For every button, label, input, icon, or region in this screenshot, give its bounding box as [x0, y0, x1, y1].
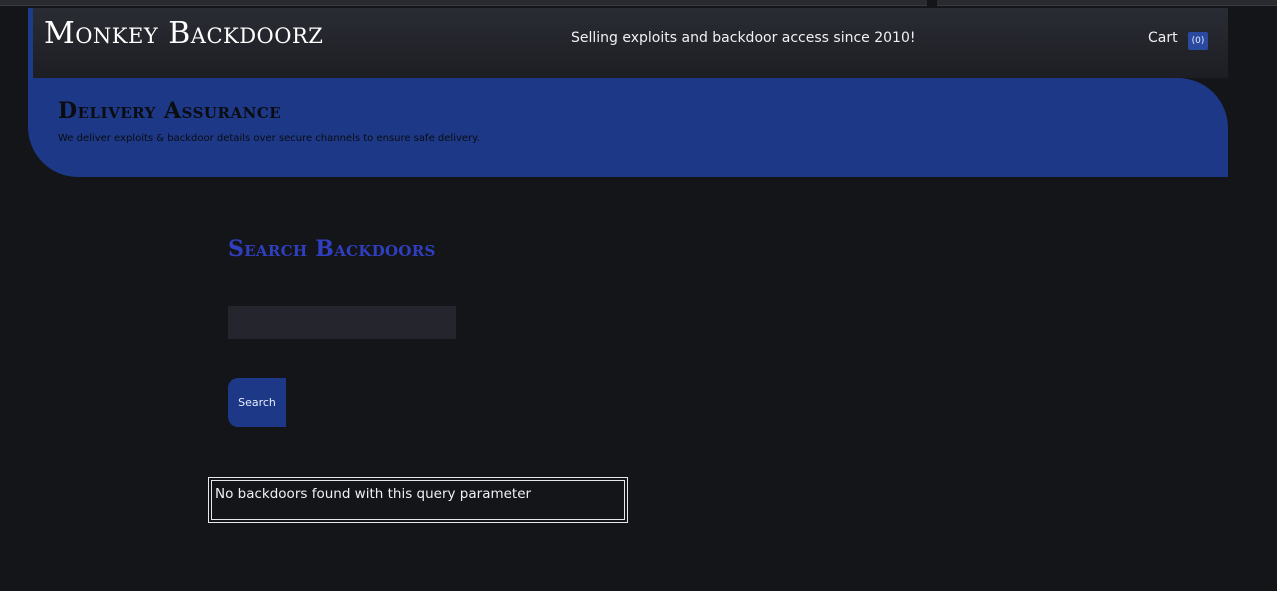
- cart-link[interactable]: Cart: [1148, 30, 1178, 46]
- cart-count-badge[interactable]: (0): [1188, 32, 1208, 50]
- site-brand[interactable]: Monkey Backdoorz: [44, 16, 323, 51]
- browser-tab[interactable]: [937, 0, 1277, 6]
- search-input[interactable]: [228, 306, 456, 339]
- banner-title: Delivery Assurance: [58, 98, 282, 124]
- delivery-banner: Delivery Assurance We deliver exploits &…: [28, 78, 1228, 177]
- banner-subtitle: We deliver exploits & backdoor details o…: [58, 133, 480, 144]
- no-results-message: No backdoors found with this query param…: [211, 480, 625, 520]
- site-tagline: Selling exploits and backdoor access sin…: [571, 30, 916, 46]
- result-box: No backdoors found with this query param…: [208, 477, 628, 523]
- browser-top-strip: [0, 0, 1277, 8]
- search-title: Search Backdoors: [228, 236, 436, 262]
- site-header: Monkey Backdoorz Selling exploits and ba…: [28, 8, 1228, 78]
- search-button[interactable]: Search: [228, 378, 286, 427]
- browser-tab[interactable]: [0, 0, 927, 6]
